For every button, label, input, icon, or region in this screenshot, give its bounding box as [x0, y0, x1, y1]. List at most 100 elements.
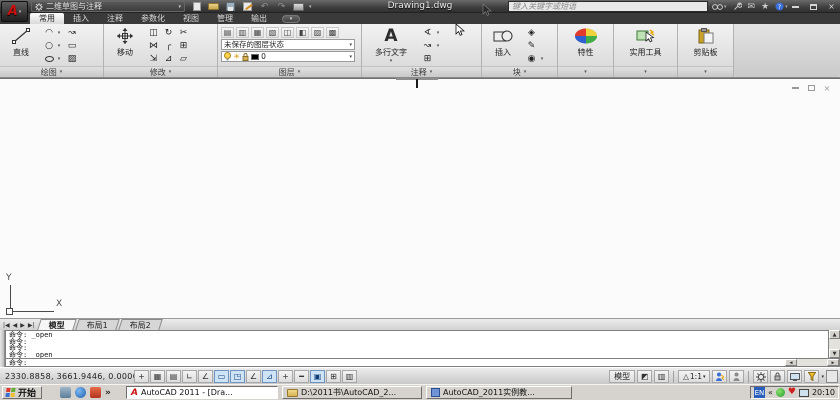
tab-home[interactable]: 常用	[30, 13, 64, 24]
model-space-button[interactable]: 模型	[609, 370, 636, 383]
dyn-toggle[interactable]: +	[278, 370, 293, 383]
tab-annotate[interactable]: 注释	[98, 13, 132, 24]
scroll-up-icon[interactable]: ▲	[829, 330, 840, 339]
close-button[interactable]: ×	[825, 2, 838, 11]
lineweight-toggle[interactable]: ━	[294, 370, 309, 383]
polyline-icon[interactable]: ↝	[65, 27, 79, 39]
panel-draw-label[interactable]: 绘图 ▾	[0, 66, 103, 77]
command-scrollbar[interactable]: ▲ ▼	[829, 330, 840, 358]
tab-output[interactable]: 输出	[242, 13, 276, 24]
panel-properties-label[interactable]: ▾	[558, 66, 613, 77]
tab-layout2[interactable]: 布局2	[117, 319, 163, 330]
erase-icon[interactable]: ▱	[176, 53, 191, 65]
panel-layers-label[interactable]: 图层 ▾	[218, 66, 361, 77]
quick-launch-icon-2[interactable]	[75, 387, 86, 398]
table-icon[interactable]: ⊞	[420, 53, 435, 65]
quick-properties-toggle[interactable]: ⊞	[326, 370, 341, 383]
language-indicator[interactable]: EN	[753, 387, 765, 398]
tab-layout1[interactable]: 布局1	[74, 319, 120, 330]
layer-off-icon[interactable]: ◧	[296, 26, 309, 38]
mirror-icon[interactable]: ⋈	[146, 40, 161, 52]
command-input-line[interactable]: 命令: ◀ ▶	[5, 358, 840, 367]
move-button[interactable]: 移动	[107, 26, 143, 66]
display-tray-icon[interactable]	[798, 388, 809, 397]
ducs-toggle[interactable]: ⊿	[262, 370, 277, 383]
utilities-button[interactable]: 实用工具	[618, 26, 674, 66]
mtext-button[interactable]: A 多行文字 ▾	[365, 26, 417, 66]
attributes-caret[interactable]: ▾	[539, 56, 545, 62]
line-button[interactable]: 直线	[3, 26, 39, 66]
workspace-switch-button[interactable]	[753, 370, 769, 383]
osnap-toggle[interactable]: ▭	[214, 370, 229, 383]
search-button[interactable]: ▾	[712, 2, 727, 11]
annotation-scale-button[interactable]: △ 1:1 ▾	[678, 370, 711, 383]
start-button[interactable]: 开始	[2, 386, 43, 399]
redo-button[interactable]: ↷	[275, 1, 288, 12]
last-tab-button[interactable]: ▶|	[27, 322, 36, 329]
help-button[interactable]: ? ▾	[775, 2, 788, 11]
quick-view-layouts-button[interactable]: ◩	[637, 370, 653, 383]
circle-caret[interactable]: ▾	[56, 43, 62, 49]
hardware-acceleration-button[interactable]	[787, 370, 803, 383]
quick-launch-icon-1[interactable]	[60, 387, 71, 398]
snap-toggle[interactable]: +	[134, 370, 149, 383]
restore-button[interactable]	[807, 2, 820, 11]
copy-icon[interactable]: ◫	[146, 27, 161, 39]
command-history[interactable]: 命令: _open 命令: 命令: 命令: _open	[5, 330, 829, 358]
new-file-button[interactable]	[190, 1, 203, 12]
layer-unlock-icon[interactable]: ▩	[326, 26, 339, 38]
polar-toggle[interactable]: ∠	[198, 370, 213, 383]
undo-button[interactable]: ↶	[258, 1, 271, 12]
insert-block-button[interactable]: 插入	[485, 26, 521, 66]
properties-button[interactable]: 特性	[562, 26, 610, 66]
open-file-button[interactable]	[207, 1, 220, 12]
rotate-icon[interactable]: ↻	[161, 27, 176, 39]
quick-launch-icon-3[interactable]	[90, 387, 101, 398]
doc-minimize-button[interactable]	[790, 84, 800, 92]
search-input[interactable]	[508, 1, 708, 12]
messenger-tray-icon[interactable]	[775, 388, 785, 397]
scroll-left-icon[interactable]: ◀	[785, 359, 797, 366]
ribbon-pull-handle[interactable]	[416, 79, 418, 88]
drawing-area[interactable]: × Y X	[0, 78, 840, 318]
array-icon[interactable]: ⊞	[176, 40, 191, 52]
tab-parametric[interactable]: 参数化	[132, 13, 174, 24]
leader-caret[interactable]: ▾	[435, 43, 441, 49]
rectangle-icon[interactable]: ▭	[65, 40, 79, 52]
trim-icon[interactable]: ✂	[176, 27, 191, 39]
quick-launch-overflow[interactable]: »	[105, 388, 111, 398]
qat-options-caret[interactable]: ▾	[309, 4, 312, 10]
ellipse-caret[interactable]: ▾	[56, 56, 62, 62]
status-menu-caret[interactable]: ▾	[821, 374, 824, 380]
panel-modify-label[interactable]: 修改 ▾	[104, 66, 217, 77]
isolate-objects-button[interactable]	[804, 370, 820, 383]
arc-caret[interactable]: ▾	[56, 30, 62, 36]
otrack-toggle[interactable]: ∠	[246, 370, 261, 383]
scroll-down-icon[interactable]: ▼	[829, 349, 840, 358]
dimension-icon[interactable]: ∢	[420, 27, 435, 39]
edit-block-icon[interactable]: ✎	[524, 40, 539, 52]
ribbon-minimize-button[interactable]: ▾	[282, 15, 300, 23]
leader-icon[interactable]: ↝	[420, 40, 435, 52]
command-hscrollbar[interactable]: ◀ ▶	[785, 359, 839, 366]
tray-collapse-button[interactable]: «	[768, 388, 773, 397]
ellipse-icon[interactable]	[42, 53, 56, 65]
print-button[interactable]	[292, 1, 305, 12]
selection-cycling-toggle[interactable]: ▥	[342, 370, 357, 383]
save-button[interactable]	[224, 1, 237, 12]
task-folder[interactable]: D:\2011书\AutoCAD_2...	[282, 386, 422, 399]
task-document[interactable]: AutoCAD_2011实例教...	[426, 386, 572, 399]
panel-clipboard-label[interactable]: ▾	[678, 66, 733, 77]
layer-prev-icon[interactable]: ▦	[251, 26, 264, 38]
layer-dropdown[interactable]: ☀ 0 ▾	[221, 51, 355, 62]
panel-annotate-label[interactable]: 注释 ▾	[362, 66, 481, 77]
application-menu-button[interactable]: A ▾	[1, 1, 28, 22]
favorites-button[interactable]: ★	[761, 2, 769, 12]
ortho-toggle[interactable]: ∟	[182, 370, 197, 383]
scale-icon[interactable]: ⊿	[161, 53, 176, 65]
doc-restore-button[interactable]	[806, 84, 816, 92]
paste-button[interactable]: 剪贴板	[682, 26, 730, 66]
workspace-switcher[interactable]: 二维草图与注释 ▾	[31, 1, 185, 12]
circle-icon[interactable]: ○	[42, 40, 56, 52]
tab-view[interactable]: 视图	[174, 13, 208, 24]
